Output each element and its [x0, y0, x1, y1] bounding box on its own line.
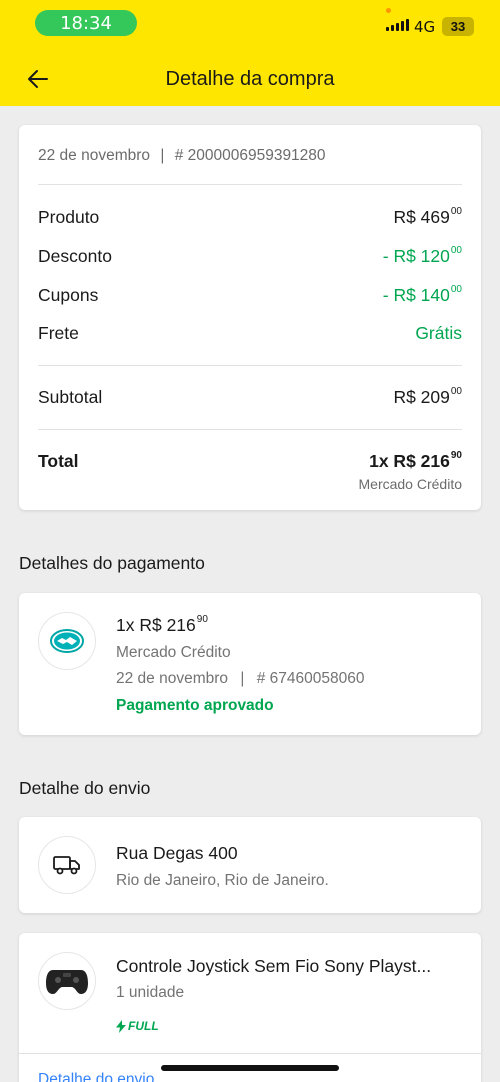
app-header: 18:34 4G 33 Detalhe da compra [0, 0, 500, 106]
row-label: Frete [38, 323, 79, 343]
shipping-city: Rio de Janeiro, Rio de Janeiro. [116, 872, 329, 889]
page-title: Detalhe da compra [165, 68, 335, 90]
shipping-address: Rua Degas 400 [116, 843, 238, 863]
status-time: 18:34 [35, 10, 137, 36]
total-value: 1x R$ 21690 Mercado Crédito [358, 450, 463, 492]
signal-icon [386, 19, 409, 31]
total-payment-method: Mercado Crédito [358, 476, 463, 492]
shipping-address-card[interactable]: Rua Degas 400 Rio de Janeiro, Rio de Jan… [19, 817, 481, 913]
purchase-summary-card: 22 de novembro | # 2000006959391280 Prod… [19, 125, 481, 510]
row-label: Desconto [38, 246, 112, 266]
subtotal-row: Subtotal R$ 20900 [38, 386, 462, 408]
product-quantity: 1 unidade [116, 984, 185, 1001]
payment-section-title: Detalhes do pagamento [19, 553, 205, 573]
meta-separator: | [160, 147, 165, 164]
row-label: Cupons [38, 285, 99, 305]
row-label: Produto [38, 207, 100, 227]
gamepad-icon [46, 970, 88, 994]
total-label: Total [38, 451, 79, 471]
divider [19, 1053, 481, 1054]
payment-meta: 22 de novembro | # 67460058060 [116, 670, 365, 687]
divider [38, 184, 462, 185]
row-value: R$ 46900 [393, 206, 462, 227]
order-number: # 2000006959391280 [174, 147, 326, 164]
price-row-shipping: Frete Grátis [38, 323, 462, 344]
payment-method: Mercado Crédito [116, 644, 231, 661]
shipping-section-title: Detalhe do envio [19, 778, 151, 798]
price-row-product: Produto R$ 46900 [38, 206, 462, 228]
payment-status: Pagamento aprovado [116, 697, 274, 714]
subtotal-label: Subtotal [38, 387, 103, 407]
row-value: - R$ 12000 [382, 245, 462, 266]
payment-card[interactable]: 1x R$ 21690 Mercado Crédito 22 de novemb… [19, 593, 481, 735]
battery-indicator: 33 [442, 17, 474, 36]
privacy-indicator [386, 8, 391, 13]
full-badge: FULL [116, 1019, 159, 1033]
product-name: Controle Joystick Sem Fio Sony Playst... [116, 956, 432, 976]
price-row-discount: Desconto - R$ 12000 [38, 245, 462, 267]
total-row: Total 1x R$ 21690 Mercado Crédito [38, 450, 463, 492]
shipping-detail-link[interactable]: Detalhe do envio [38, 1071, 154, 1082]
subtotal-value: R$ 20900 [393, 386, 462, 407]
handshake-icon [50, 629, 84, 653]
order-meta: 22 de novembro | # 2000006959391280 [38, 147, 326, 165]
product-thumbnail [38, 952, 96, 1010]
lightning-icon [116, 1019, 126, 1033]
divider [38, 429, 462, 430]
home-indicator [161, 1065, 339, 1071]
payment-amount: 1x R$ 21690 [116, 614, 208, 635]
truck-icon [53, 856, 80, 875]
row-value: Grátis [415, 323, 462, 343]
payment-method-icon-wrap [38, 612, 96, 670]
order-date: 22 de novembro [38, 147, 151, 164]
product-card[interactable]: Controle Joystick Sem Fio Sony Playst...… [19, 933, 481, 1082]
row-value: - R$ 14000 [382, 284, 462, 305]
divider [38, 365, 462, 366]
price-row-coupons: Cupons - R$ 14000 [38, 284, 462, 306]
shipping-icon-wrap [38, 836, 96, 894]
network-type: 4G [414, 18, 436, 36]
